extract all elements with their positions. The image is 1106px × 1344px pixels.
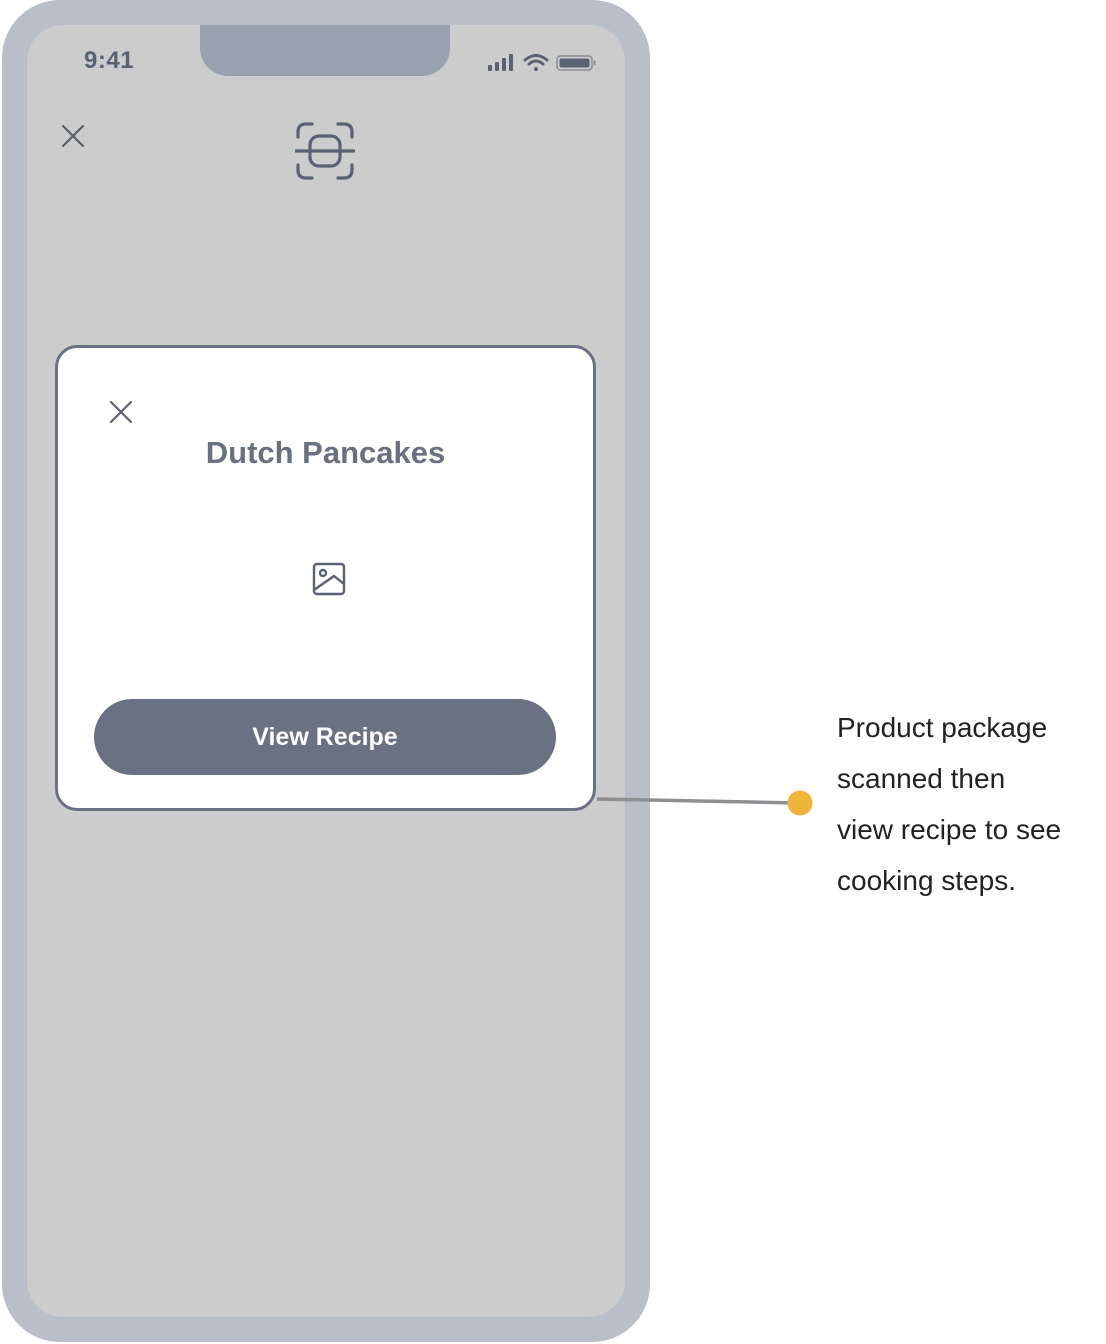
phone-frame: 9:41 Dutch Pancakes View Recipe [2,0,650,1342]
close-icon[interactable] [109,400,133,424]
close-icon[interactable] [60,123,86,149]
recipe-title: Dutch Pancakes [205,435,446,470]
cellular-signal-icon [488,54,513,71]
canvas: 9:41 Dutch Pancakes View Recipe Product … [0,0,1106,1344]
view-recipe-button[interactable]: View Recipe [94,699,556,775]
status-icons [488,54,596,71]
annotation-text: Product package scanned then view recipe… [837,712,1062,896]
phone-screen: 9:41 Dutch Pancakes View Recipe [27,25,625,1317]
annotation-dot [787,790,813,816]
image-placeholder-icon [312,562,346,596]
scan-icon[interactable] [295,121,355,181]
wifi-icon [523,54,549,71]
battery-icon [556,55,596,71]
phone-notch [200,25,450,76]
recipe-modal: Dutch Pancakes View Recipe [55,345,596,811]
status-time: 9:41 [84,47,135,74]
